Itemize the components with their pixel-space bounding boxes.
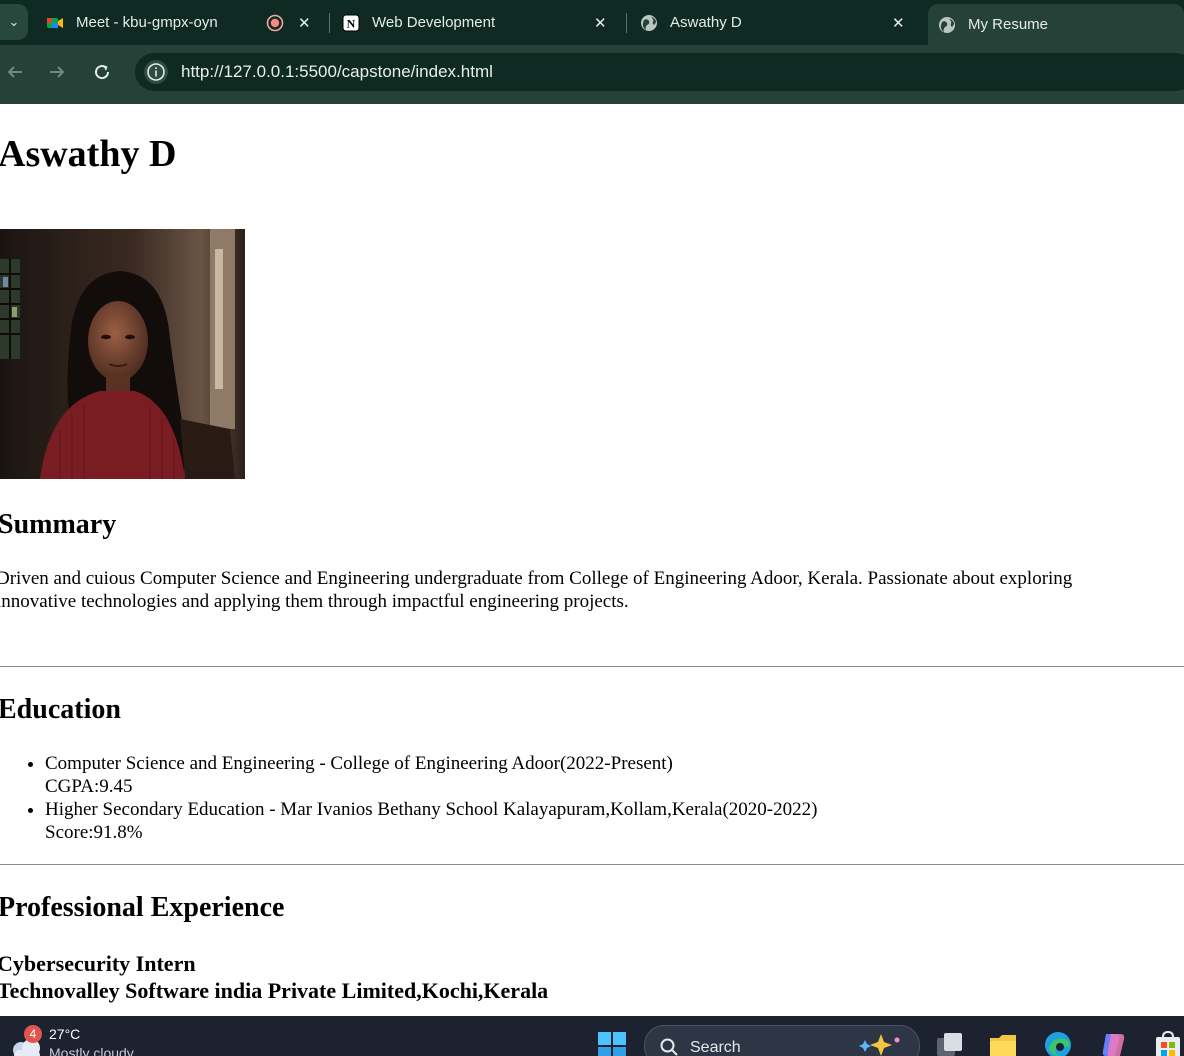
list-item: Higher Secondary Education - Mar Ivanios… <box>45 798 1145 844</box>
search-icon <box>660 1038 678 1056</box>
reload-button[interactable] <box>87 45 117 98</box>
taskbar: 4 27°C Mostly cloudy Search <box>0 1016 1184 1056</box>
address-bar[interactable]: http://127.0.0.1:5500/capstone/index.htm… <box>135 53 1184 91</box>
education-title: Higher Secondary Education - Mar Ivanios… <box>45 799 818 820</box>
tab-meet[interactable]: Meet - kbu-gmpx-oyn ✕ <box>34 4 324 41</box>
profile-photo-art <box>0 229 245 479</box>
tab-title: Meet - kbu-gmpx-oyn <box>76 14 218 31</box>
education-detail: Score:91.8% <box>45 822 143 843</box>
page-title: Aswathy D <box>0 133 177 175</box>
search-placeholder: Search <box>690 1039 741 1056</box>
education-list: Computer Science and Engineering - Colle… <box>0 752 1145 844</box>
tab-search-button[interactable]: ⌄ <box>0 4 28 40</box>
weather-widget[interactable]: 4 27°C Mostly cloudy <box>0 1016 160 1056</box>
profile-photo <box>0 229 245 479</box>
notification-badge: 4 <box>24 1025 42 1043</box>
arrow-left-icon <box>7 65 22 78</box>
education-heading: Education <box>0 694 121 725</box>
svg-text:N: N <box>347 16 356 30</box>
sparkle-icon <box>859 1034 900 1056</box>
tab-title: My Resume <box>968 16 1049 33</box>
windows-start-icon[interactable] <box>597 1031 627 1056</box>
microsoft-store-icon[interactable] <box>1153 1030 1183 1056</box>
arrow-right-icon <box>50 65 65 78</box>
tab-title: Aswathy D <box>670 14 742 31</box>
task-view-icon[interactable] <box>934 1030 964 1056</box>
copilot-icon[interactable] <box>1098 1030 1128 1056</box>
notion-icon: N <box>342 14 360 31</box>
education-title: Computer Science and Engineering - Colle… <box>45 753 673 774</box>
globe-icon <box>939 16 955 33</box>
taskbar-search[interactable]: Search <box>644 1025 920 1056</box>
tab-aswathy-d[interactable]: Aswathy D ✕ <box>628 4 918 41</box>
back-button[interactable] <box>0 45 30 98</box>
close-tab-icon[interactable]: ✕ <box>892 14 905 32</box>
globe-icon <box>641 14 657 31</box>
job-company: Technovalley Software india Private Limi… <box>0 978 549 1003</box>
page-viewport[interactable]: Aswathy D Summary Driven and cuious Comp… <box>0 104 1184 1016</box>
edge-browser-icon[interactable] <box>1043 1030 1073 1056</box>
recording-icon <box>266 14 284 32</box>
reload-icon <box>95 64 110 79</box>
tab-separator <box>626 13 627 33</box>
experience-heading: Professional Experience <box>0 892 285 923</box>
tab-title: Web Development <box>372 14 496 31</box>
list-item: Computer Science and Engineering - Colle… <box>45 752 1145 798</box>
summary-heading: Summary <box>0 509 117 540</box>
summary-text: Driven and cuious Computer Science and E… <box>0 568 1073 612</box>
file-explorer-icon[interactable] <box>988 1030 1018 1056</box>
close-tab-icon[interactable]: ✕ <box>594 14 607 32</box>
tab-my-resume[interactable]: My Resume <box>928 4 1184 45</box>
forward-button[interactable] <box>42 45 72 98</box>
tab-web-development[interactable]: N Web Development ✕ <box>330 4 620 41</box>
chevron-down-icon: ⌄ <box>8 14 20 30</box>
close-tab-icon[interactable]: ✕ <box>298 14 311 32</box>
weather-temperature: 27°C <box>49 1026 81 1042</box>
weather-condition: Mostly cloudy <box>49 1045 134 1056</box>
section-divider <box>0 864 1184 865</box>
info-icon <box>147 63 165 81</box>
google-meet-icon <box>47 17 63 28</box>
browser-toolbar: http://127.0.0.1:5500/capstone/index.htm… <box>0 45 1184 98</box>
section-divider <box>0 666 1184 667</box>
tab-strip: ⌄ Meet - kbu-gmpx-oyn ✕ N Web Developmen… <box>0 0 1184 45</box>
site-info-button[interactable] <box>144 60 168 84</box>
url-text: http://127.0.0.1:5500/capstone/index.htm… <box>181 62 493 81</box>
job-role: Cybersecurity Intern <box>0 951 196 976</box>
education-detail: CGPA:9.45 <box>45 776 133 797</box>
